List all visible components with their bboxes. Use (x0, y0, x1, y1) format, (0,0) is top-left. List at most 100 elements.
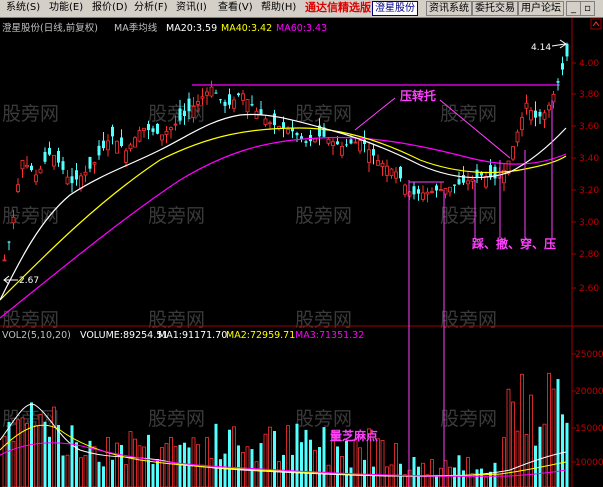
kline-chart[interactable]: 股旁网 股旁网 股旁网 股旁网 股旁网 股旁网 股旁网 股旁网 股旁网 股旁网 … (0, 18, 603, 487)
volume-bar (173, 446, 178, 487)
menu-info[interactable]: 资讯(I) (176, 1, 207, 15)
candle (16, 178, 20, 194)
price-tick: 3.40 (579, 154, 599, 164)
candle (372, 143, 375, 165)
price-pane-title: 澄星股份(日线,前复权) (2, 22, 98, 34)
candle (25, 156, 29, 169)
pressure-annotation: 压转托 (400, 88, 436, 103)
volume-bar (106, 437, 110, 487)
volume-bar (304, 429, 308, 487)
candle (128, 142, 133, 152)
volume-bar (223, 453, 227, 487)
candle (412, 181, 416, 200)
volume-bar (160, 447, 164, 487)
volume-bar (70, 425, 74, 487)
high-price-marker: 4.14 (531, 39, 567, 53)
volume-bar (286, 425, 290, 487)
menu-view[interactable]: 查看(V) (218, 1, 253, 15)
info-system-button[interactable]: 资讯系统 (426, 1, 472, 16)
svg-text:股旁网: 股旁网 (148, 103, 205, 125)
volume-bar (300, 442, 303, 487)
menu-system[interactable]: 系统(S) (6, 1, 40, 15)
candle (340, 141, 344, 159)
volume-bar (259, 443, 263, 487)
price-y-axis: 4.00 3.80 3.60 3.40 3.20 3.00 2.80 2.60 (572, 59, 599, 294)
volume-bar (151, 463, 155, 487)
volume-bar (52, 406, 56, 487)
volume-bar (133, 438, 137, 487)
vol-ma3-value: MA3:71351.32 (295, 330, 364, 341)
candle (524, 94, 529, 115)
volume-bar (457, 455, 461, 487)
volume-bar (318, 447, 321, 487)
candle (34, 169, 38, 186)
menu-function[interactable]: 功能(E) (49, 1, 83, 15)
ma60-value: MA60:3.43 (276, 23, 327, 34)
volume-bar (61, 455, 65, 487)
candle (20, 160, 25, 178)
volume-bar (48, 436, 51, 487)
volume-bar (102, 466, 105, 487)
volume-bar (345, 440, 348, 487)
volume-bar (137, 445, 142, 487)
volume-bar (219, 459, 222, 487)
candle (102, 131, 105, 151)
candle (111, 124, 114, 145)
volume-bar (466, 457, 470, 487)
stock-name-box[interactable]: 澄星股份 (372, 1, 418, 16)
volume-bar (542, 423, 547, 487)
volume-bar (20, 417, 25, 487)
price-tick: 3.60 (579, 122, 599, 132)
volume-bar (277, 461, 281, 487)
candle (542, 109, 547, 129)
candle (124, 148, 128, 168)
candle (511, 146, 515, 162)
svg-text:股旁网: 股旁网 (295, 408, 352, 430)
volume-bar (79, 457, 83, 487)
trade-button[interactable]: 委托交易 (472, 1, 518, 16)
menu-help[interactable]: 帮助(H) (261, 1, 296, 15)
restore-icon[interactable]: ▫ (580, 1, 595, 16)
volume-bar (561, 414, 564, 487)
candle (453, 184, 456, 194)
volume-bar (448, 466, 452, 487)
price-tick: 3.20 (579, 186, 599, 196)
volume-bar (385, 466, 389, 487)
volume-bar (268, 426, 272, 487)
volume-bar (83, 454, 88, 487)
candle (263, 115, 268, 127)
volume-bar (353, 438, 358, 487)
svg-text:股旁网: 股旁网 (2, 205, 59, 227)
candle (214, 89, 218, 94)
menu-analysis[interactable]: 分析(F) (134, 1, 168, 15)
promo-title: 通达信精选版 (305, 1, 371, 14)
volume-bar (2, 435, 7, 487)
volume-bar (237, 445, 240, 487)
candle (534, 101, 537, 127)
menu-quote[interactable]: 报价(D) (92, 1, 128, 15)
candle (61, 156, 65, 175)
minimize-icon[interactable]: _ (566, 1, 581, 16)
candle (57, 147, 60, 167)
chart-up-arrow-icon[interactable] (590, 18, 602, 30)
candle (30, 163, 33, 172)
candle (502, 163, 506, 192)
vol-ma2-value: MA2:72959.71 (226, 330, 295, 341)
volume-bar (313, 449, 317, 487)
candle (389, 167, 394, 179)
candle (115, 140, 119, 154)
svg-text:4.14: 4.14 (531, 43, 551, 53)
candle (83, 165, 88, 183)
volume-bar (340, 456, 344, 487)
vol-ma1-value: MA1:91171.70 (158, 330, 227, 341)
volume-bar (309, 439, 312, 487)
candle (2, 254, 7, 262)
forum-button[interactable]: 用户论坛 (518, 1, 564, 16)
candle (160, 134, 164, 146)
candle (367, 141, 371, 173)
candle (520, 112, 524, 137)
volume-bar (534, 445, 537, 487)
candle (223, 99, 227, 114)
volume-bar (502, 437, 506, 487)
volume-bar (200, 464, 205, 487)
